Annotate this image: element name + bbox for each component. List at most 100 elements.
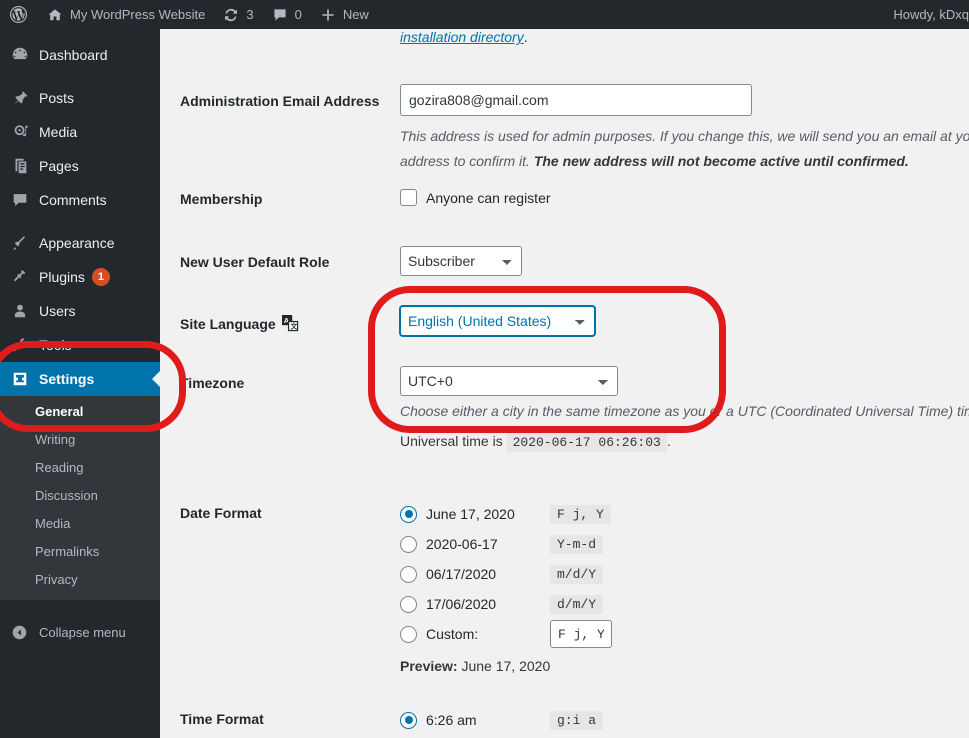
appearance-icon [11, 234, 39, 252]
sidebar-item-pages[interactable]: Pages [0, 149, 160, 183]
site-name-label: My WordPress Website [70, 7, 206, 22]
date-format-custom-input[interactable] [550, 620, 612, 648]
date-format-option-row[interactable]: 17/06/2020 d/m/Y [400, 589, 730, 619]
admin-email-desc-line2a: address to confirm it. [400, 153, 534, 169]
time-format-option-row[interactable]: 6:26 am g:i a [400, 705, 730, 735]
dashboard-icon [11, 46, 39, 64]
date-format-code-2: m/d/Y [550, 564, 604, 584]
menu-spacer-2 [0, 217, 160, 226]
sidebar-item-users[interactable]: Users [0, 294, 160, 328]
date-format-display-3: 17/06/2020 [426, 596, 497, 612]
admin-email-input[interactable] [400, 84, 752, 116]
sidebar-item-tools[interactable]: Tools [0, 328, 160, 362]
pin-icon [11, 89, 39, 107]
wordpress-logo-icon [9, 5, 28, 24]
anyone-can-register-label: Anyone can register [426, 189, 551, 206]
sidebar-item-dashboard[interactable]: Dashboard [0, 38, 160, 72]
collapse-menu-label: Collapse menu [39, 624, 126, 640]
sidebar-item-label: Pages [39, 158, 79, 174]
sidebar-item-appearance[interactable]: Appearance [0, 226, 160, 260]
menu-spacer-top [0, 29, 160, 38]
installation-directory-suffix: . [523, 29, 528, 45]
settings-icon [11, 370, 39, 388]
date-format-radio-3[interactable] [400, 595, 417, 613]
site-language-label: Site Language [180, 315, 276, 332]
date-format-option-row[interactable]: June 17, 2020 F j, Y [400, 499, 730, 529]
submenu-item-privacy[interactable]: Privacy [0, 566, 160, 594]
date-format-radio-2[interactable] [400, 565, 417, 583]
admin-email-label: Administration Email Address [180, 93, 380, 109]
date-format-preview-label: Preview: [400, 658, 458, 674]
media-icon [11, 123, 39, 141]
universal-time-prefix: Universal time is [400, 433, 503, 449]
comment-icon [272, 7, 288, 23]
date-format-radio-1[interactable] [400, 535, 417, 553]
sidebar-item-label: Appearance [39, 235, 115, 251]
submenu-item-permalinks[interactable]: Permalinks [0, 538, 160, 566]
new-content-label: New [342, 7, 369, 22]
installation-directory-link[interactable]: installation directory [400, 29, 524, 45]
admin-sidebar-menu: Dashboard Posts Media Pages Comments App… [0, 29, 160, 738]
settings-submenu: General Writing Reading Discussion Media… [0, 396, 160, 600]
submenu-item-media[interactable]: Media [0, 510, 160, 538]
time-format-label: Time Format [180, 711, 264, 727]
submenu-item-general[interactable]: General [0, 398, 160, 426]
comments-count: 0 [294, 7, 302, 22]
site-name-menu[interactable]: My WordPress Website [38, 0, 214, 29]
admin-email-desc-line2b: The new address will not become active u… [533, 153, 909, 169]
date-format-option-row[interactable]: 06/17/2020 m/d/Y [400, 559, 730, 589]
account-menu[interactable]: Howdy, kDxq [883, 7, 969, 22]
sidebar-item-plugins[interactable]: Plugins 1 [0, 260, 160, 294]
updates-icon [223, 7, 239, 23]
admin-bar: My WordPress Website 3 0 New Howdy, kDxq [0, 0, 969, 29]
date-format-display-1: 2020-06-17 [426, 536, 498, 552]
comments-menu[interactable]: 0 [263, 0, 311, 29]
default-role-select[interactable]: Subscriber [400, 246, 522, 276]
site-language-select[interactable]: English (United States) [400, 306, 595, 336]
wordpress-logo-button[interactable] [0, 0, 38, 29]
sidebar-item-label: Tools [39, 337, 72, 353]
timezone-select[interactable]: UTC+0 [400, 366, 618, 396]
default-role-label: New User Default Role [180, 254, 330, 270]
date-format-code-3: d/m/Y [550, 594, 604, 614]
timezone-desc: Choose either a city in the same timezon… [400, 403, 969, 419]
date-format-preview-value: June 17, 2020 [461, 658, 551, 674]
collapse-menu-button[interactable]: Collapse menu [0, 615, 160, 649]
submenu-item-writing[interactable]: Writing [0, 426, 160, 454]
date-format-radio-0[interactable] [400, 505, 417, 523]
date-format-custom-label: Custom: [426, 626, 479, 642]
sidebar-item-label: Posts [39, 90, 75, 106]
submenu-item-reading[interactable]: Reading [0, 454, 160, 482]
updates-menu[interactable]: 3 [214, 0, 262, 29]
universal-time-suffix: . [666, 433, 671, 449]
date-format-display-2: 06/17/2020 [426, 566, 497, 582]
date-format-code-1: Y-m-d [550, 534, 604, 554]
sidebar-item-posts[interactable]: Posts [0, 81, 160, 115]
sidebar-item-settings[interactable]: Settings [0, 362, 160, 396]
date-format-display-0: June 17, 2020 [426, 506, 515, 522]
home-icon [47, 7, 63, 23]
general-settings-form: installation directory. Administration E… [160, 29, 969, 738]
sidebar-item-media[interactable]: Media [0, 115, 160, 149]
sidebar-item-label: Users [39, 303, 76, 319]
date-format-option-row[interactable]: 2020-06-17 Y-m-d [400, 529, 730, 559]
date-format-label: Date Format [180, 505, 262, 521]
time-format-radio-0[interactable] [400, 711, 417, 729]
users-icon [11, 302, 39, 320]
plus-icon [320, 7, 336, 23]
admin-email-desc-line1: This address is used for admin purposes.… [400, 128, 969, 144]
updates-count: 3 [246, 7, 254, 22]
date-format-code-0: F j, Y [550, 504, 611, 524]
date-format-custom-row[interactable]: Custom: [400, 619, 730, 649]
submenu-item-discussion[interactable]: Discussion [0, 482, 160, 510]
anyone-can-register-checkbox[interactable] [400, 189, 417, 206]
sidebar-item-comments[interactable]: Comments [0, 183, 160, 217]
comment-icon [11, 191, 39, 209]
chevron-left-circle-icon [11, 624, 39, 641]
plugins-icon [11, 268, 39, 286]
new-content-menu[interactable]: New [311, 0, 378, 29]
sidebar-item-label: Dashboard [39, 47, 108, 63]
menu-spacer-1 [0, 72, 160, 81]
membership-checkbox-row[interactable]: Anyone can register [400, 189, 551, 206]
date-format-radio-custom[interactable] [400, 625, 417, 643]
